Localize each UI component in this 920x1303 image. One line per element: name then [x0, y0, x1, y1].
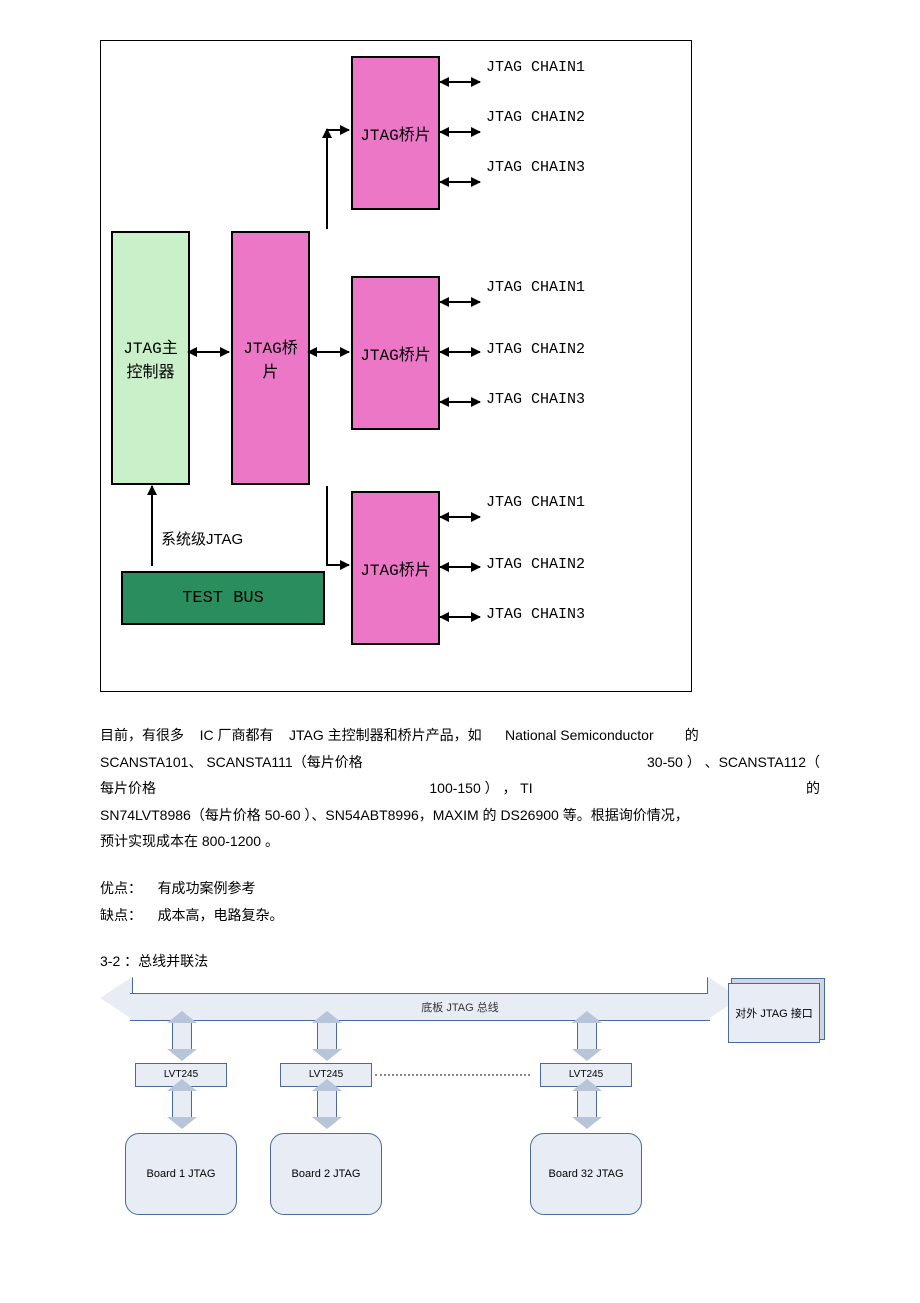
p1-l2a: SCANSTA101、 SCANSTA111（每片价格 — [100, 749, 363, 776]
p1-l3c: 的 — [806, 775, 820, 802]
label-chain-t2: JTAG CHAIN2 — [486, 109, 585, 126]
arrow-elbow-up-v — [326, 129, 328, 229]
p1-l1a: 目前，有很多 — [100, 727, 184, 743]
vconn-32a — [577, 1021, 597, 1051]
pros-label: 优点： — [100, 880, 142, 896]
vconn-32b — [577, 1089, 597, 1119]
label-chain-m3: JTAG CHAIN3 — [486, 391, 585, 408]
bus-label: 底板 JTAG 总线 — [421, 999, 498, 1015]
cons-label: 缺点： — [100, 907, 142, 923]
arrow-chain-m2 — [440, 351, 480, 353]
vconn-1b — [172, 1089, 192, 1119]
arrow-ctrl-bridge — [188, 351, 229, 353]
arrow-chain-t1 — [440, 81, 480, 83]
p1-l3a: 每片价格 — [100, 775, 156, 802]
p1-l1c: JTAG 主控制器和桥片产品，如 — [289, 727, 482, 743]
paragraph-1: 目前，有很多 IC 厂商都有 JTAG 主控制器和桥片产品，如 National… — [100, 722, 820, 855]
p1-l5: 预计实现成本在 800-1200 。 — [100, 828, 820, 855]
test-bus-block: TEST BUS — [121, 571, 325, 625]
p1-l4: SN74LVT8986（每片价格 50-60 ）、SN54ABT8996，MAX… — [100, 802, 820, 829]
arrow-chain-m3 — [440, 401, 480, 403]
arrow-elbow-dn-h — [326, 564, 349, 566]
arrow-chain-b1 — [440, 516, 480, 518]
ellipsis-dots — [375, 1074, 530, 1076]
arrow-chain-t2 — [440, 131, 480, 133]
arrow-chain-b2 — [440, 566, 480, 568]
bridge-top: JTAG桥片 — [351, 56, 440, 210]
p1-l1b: IC 厂商都有 — [200, 727, 274, 743]
arrow-elbow-up-h — [326, 129, 349, 131]
section-title: 3-2 ：总线并联法 — [100, 948, 820, 975]
board-1: Board 1 JTAG — [125, 1133, 237, 1215]
vconn-2b — [317, 1089, 337, 1119]
label-chain-t1: JTAG CHAIN1 — [486, 59, 585, 76]
bus-arrow-left-icon — [100, 977, 132, 1019]
external-jtag-port: 对外 JTAG 接口 — [728, 983, 820, 1043]
p1-l1e: 的 — [685, 727, 699, 743]
arrow-br-mid — [308, 351, 349, 353]
bus-body — [130, 993, 710, 1021]
arrow-sysjtag — [151, 486, 153, 566]
bridge-level1: JTAG桥 片 — [231, 231, 310, 485]
arrow-chain-b3 — [440, 616, 480, 618]
cons-text: 成本高，电路复杂。 — [158, 907, 284, 923]
bridge-bot: JTAG桥片 — [351, 491, 440, 645]
bus-parallel-diagram: 底板 JTAG 总线 对外 JTAG 接口 LVT245 Board 1 JTA… — [100, 985, 820, 1245]
label-chain-t3: JTAG CHAIN3 — [486, 159, 585, 176]
vconn-2a — [317, 1021, 337, 1051]
label-chain-b2: JTAG CHAIN2 — [486, 556, 585, 573]
label-chain-b3: JTAG CHAIN3 — [486, 606, 585, 623]
arrow-chain-m1 — [440, 301, 480, 303]
jtag-tree-diagram: JTAG主 控制器 TEST BUS 系统级JTAG JTAG桥 片 JTAG桥… — [100, 40, 692, 692]
pros-text: 有成功案例参考 — [158, 880, 256, 896]
pros-cons: 优点： 有成功案例参考 缺点： 成本高，电路复杂。 — [100, 875, 820, 928]
p1-l3b: 100-150 ） ， TI — [429, 775, 532, 802]
label-chain-m1: JTAG CHAIN1 — [486, 279, 585, 296]
vconn-1a — [172, 1021, 192, 1051]
system-jtag-label: 系统级JTAG — [161, 528, 243, 549]
board-32: Board 32 JTAG — [530, 1133, 642, 1215]
p1-l1d: National Semiconductor — [505, 727, 654, 743]
jtag-controller-block: JTAG主 控制器 — [111, 231, 190, 485]
board-2: Board 2 JTAG — [270, 1133, 382, 1215]
arrow-chain-t3 — [440, 181, 480, 183]
arrow-elbow-dn-v — [326, 486, 328, 564]
label-chain-m2: JTAG CHAIN2 — [486, 341, 585, 358]
p1-l2b: 30-50 ） 、SCANSTA112（ — [647, 749, 820, 776]
label-chain-b1: JTAG CHAIN1 — [486, 494, 585, 511]
section-3-2-heading: 3-2 ：总线并联法 — [100, 948, 820, 975]
bridge-mid: JTAG桥片 — [351, 276, 440, 430]
